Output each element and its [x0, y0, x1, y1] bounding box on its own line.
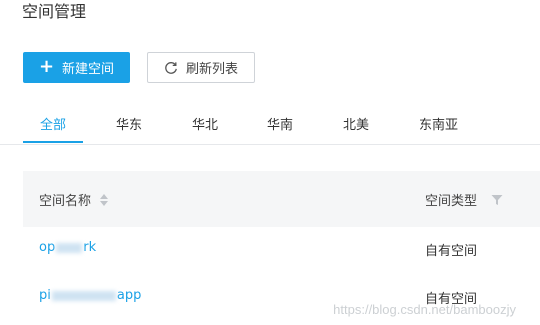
space-name-prefix: pi	[39, 288, 51, 303]
active-tab-indicator	[23, 141, 83, 143]
space-type: 自有空间	[425, 244, 478, 259]
redacted-text	[56, 242, 83, 253]
tab-southeast-asia[interactable]: 东南亚	[419, 114, 458, 133]
tab-north-china[interactable]: 华北	[192, 114, 218, 133]
redacted-text	[51, 290, 116, 301]
watermark: https://blog.csdn.net/bamboozjy	[333, 302, 516, 317]
new-space-button[interactable]: + 新建空间	[23, 52, 130, 83]
plus-icon: +	[38, 55, 55, 77]
space-name-suffix: rk	[83, 240, 97, 255]
space-name-suffix: app	[116, 288, 142, 303]
column-header-type-label: 空间类型	[425, 194, 478, 209]
space-name-link[interactable]: pi app	[39, 288, 141, 303]
tab-all[interactable]: 全部	[40, 114, 66, 133]
refresh-list-button-label: 刷新列表	[185, 62, 238, 77]
new-space-button-label: 新建空间	[62, 62, 115, 77]
tab-north-america[interactable]: 北美	[343, 114, 369, 133]
refresh-icon	[165, 61, 177, 74]
table-row: op rk 自有空间	[23, 226, 540, 274]
table-header: 空间名称 空间类型	[23, 171, 540, 227]
sort-icon[interactable]	[99, 193, 109, 207]
region-tabs: 全部 华东 华北 华南 北美 东南亚	[0, 104, 540, 145]
space-name-prefix: op	[39, 240, 56, 255]
page-title: 空间管理	[22, 2, 87, 21]
column-header-name[interactable]: 空间名称	[39, 190, 109, 209]
space-name-link[interactable]: op rk	[39, 240, 96, 255]
column-header-name-label: 空间名称	[39, 194, 92, 209]
tab-south-china[interactable]: 华南	[267, 114, 293, 133]
filter-icon[interactable]	[491, 194, 503, 206]
column-header-type[interactable]: 空间类型	[425, 190, 503, 209]
space-management-page: 空间管理 + 新建空间 刷新列表 全部 华东 华北 华南 北美 东南亚 空间名称…	[0, 0, 540, 325]
tab-east-china[interactable]: 华东	[116, 114, 142, 133]
refresh-list-button[interactable]: 刷新列表	[147, 52, 255, 83]
